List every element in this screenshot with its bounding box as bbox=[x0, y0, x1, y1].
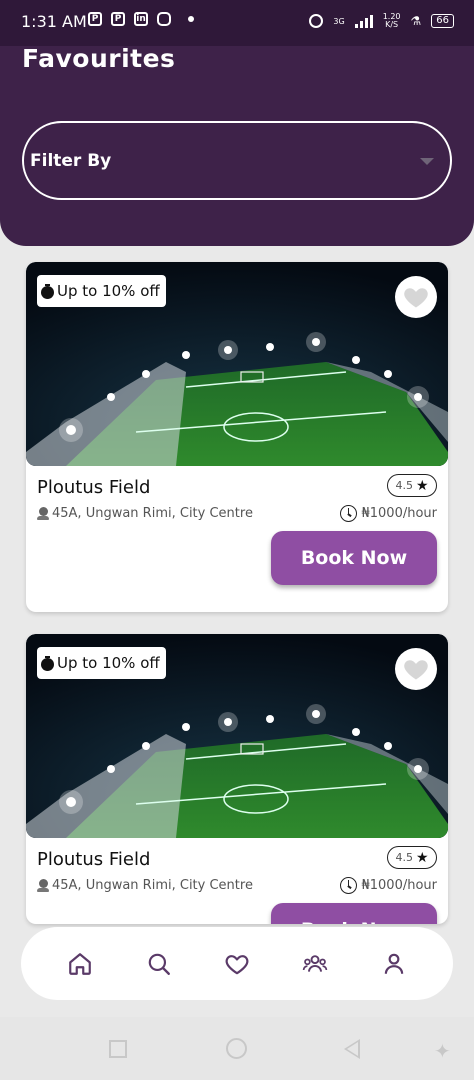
address: 45A, Ungwan Rimi, City Centre bbox=[37, 878, 253, 893]
rating-value: 4.5 bbox=[395, 851, 413, 864]
price: ₦1000/hour bbox=[340, 877, 437, 894]
notification-icons: P P in bbox=[88, 12, 194, 26]
home-button-icon[interactable] bbox=[226, 1038, 247, 1059]
nav-search[interactable] bbox=[141, 946, 177, 982]
favourite-button[interactable] bbox=[395, 276, 437, 318]
field-name: Ploutus Field bbox=[37, 849, 151, 870]
linkedin-icon: in bbox=[134, 12, 148, 26]
clock-icon bbox=[340, 877, 358, 894]
status-bar: 1:31 AM P P in 3G 1.20 K/S ⚗ 66 bbox=[0, 0, 474, 46]
network-type: 3G bbox=[333, 16, 345, 26]
flask-icon: ⚗ bbox=[410, 14, 422, 28]
battery-icon: 66 bbox=[431, 14, 454, 28]
favourite-button[interactable] bbox=[395, 648, 437, 690]
price: ₦1000/hour bbox=[340, 505, 437, 522]
recents-icon[interactable] bbox=[109, 1040, 127, 1058]
instagram-icon bbox=[157, 12, 171, 26]
book-now-button[interactable]: Book Now bbox=[271, 531, 437, 585]
field-card[interactable]: Up to 10% off Ploutus Field 4.5 ★ 45A, U… bbox=[26, 634, 448, 924]
heart-icon bbox=[404, 288, 428, 308]
page-title: Favourites bbox=[22, 44, 176, 73]
heart-icon bbox=[404, 660, 428, 680]
nav-profile[interactable] bbox=[376, 946, 412, 982]
discount-badge: Up to 10% off bbox=[37, 275, 166, 307]
powerpoint-icon: P bbox=[111, 12, 125, 26]
nav-favourites[interactable] bbox=[219, 946, 255, 982]
speed-unit: K/S bbox=[385, 20, 399, 29]
rating-badge: 4.5 ★ bbox=[387, 474, 437, 497]
back-icon[interactable] bbox=[344, 1039, 360, 1059]
system-icons: 3G 1.20 K/S ⚗ 66 bbox=[309, 13, 454, 29]
profile-icon bbox=[384, 953, 403, 974]
address-text: 45A, Ungwan Rimi, City Centre bbox=[52, 878, 253, 893]
address: 45A, Ungwan Rimi, City Centre bbox=[37, 506, 253, 521]
rating-value: 4.5 bbox=[395, 479, 413, 492]
search-icon bbox=[148, 953, 170, 975]
caret-down-icon bbox=[420, 158, 434, 165]
timer-icon bbox=[41, 656, 54, 671]
price-text: ₦1000/hour bbox=[361, 506, 437, 521]
location-icon bbox=[37, 506, 49, 521]
star-icon: ★ bbox=[415, 477, 429, 494]
timer-icon bbox=[41, 284, 54, 299]
address-text: 45A, Ungwan Rimi, City Centre bbox=[52, 506, 253, 521]
speed-indicator: 1.20 K/S bbox=[383, 13, 401, 29]
location-icon bbox=[37, 878, 49, 893]
header: 1:31 AM P P in 3G 1.20 K/S ⚗ 66 Favourite… bbox=[0, 0, 474, 246]
status-time: 1:31 AM bbox=[21, 12, 87, 31]
star-icon: ★ bbox=[415, 849, 429, 866]
filter-label: Filter By bbox=[30, 151, 112, 171]
home-icon bbox=[69, 952, 92, 975]
community-icon bbox=[303, 954, 328, 972]
nav-community[interactable] bbox=[297, 946, 333, 982]
heart-icon bbox=[225, 954, 249, 974]
accessibility-icon[interactable]: ✦ bbox=[434, 1039, 451, 1063]
bottom-navigation bbox=[21, 927, 453, 1000]
field-card[interactable]: Up to 10% off Ploutus Field 4.5 ★ 45A, U… bbox=[26, 262, 448, 612]
p-app-icon: P bbox=[88, 12, 102, 26]
discount-text: Up to 10% off bbox=[57, 654, 160, 672]
filter-dropdown[interactable]: Filter By bbox=[22, 121, 452, 200]
nav-home[interactable] bbox=[62, 946, 98, 982]
clock-icon bbox=[340, 505, 358, 522]
system-navigation-bar: ✦ bbox=[0, 1017, 474, 1080]
discount-badge: Up to 10% off bbox=[37, 647, 166, 679]
dnd-icon bbox=[309, 14, 324, 28]
book-now-button[interactable]: Book Now bbox=[271, 903, 437, 924]
rating-badge: 4.5 ★ bbox=[387, 846, 437, 869]
more-dot-icon bbox=[188, 16, 194, 22]
field-name: Ploutus Field bbox=[37, 477, 151, 498]
discount-text: Up to 10% off bbox=[57, 282, 160, 300]
signal-icon bbox=[354, 14, 373, 28]
price-text: ₦1000/hour bbox=[361, 878, 437, 893]
